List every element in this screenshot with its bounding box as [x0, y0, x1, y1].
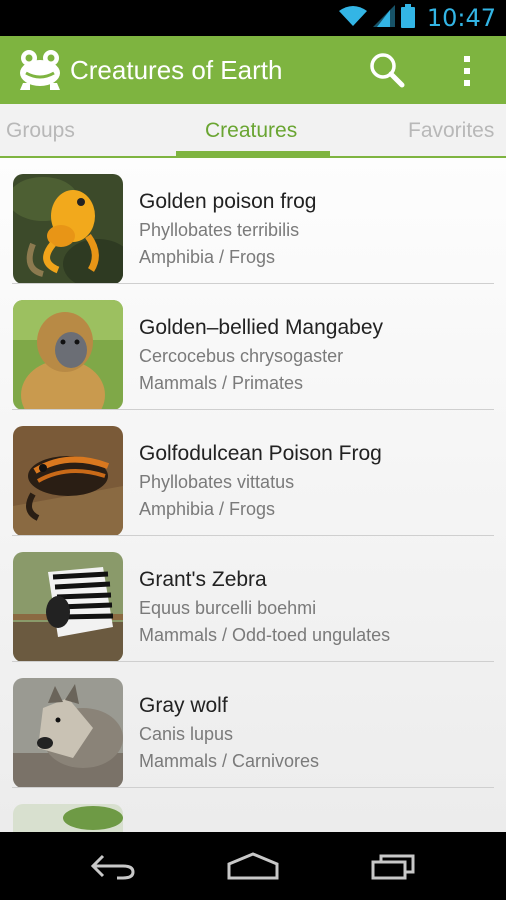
tab-favorites[interactable]: Favorites	[408, 104, 494, 158]
creature-name: Golden–bellied Mangabey	[139, 316, 384, 339]
creature-latin-name: Phyllobates terribilis	[139, 220, 300, 240]
creature-thumbnail	[13, 174, 123, 284]
creature-name: Gray wolf	[139, 694, 228, 717]
creature-group: Amphibia / Frogs	[139, 499, 276, 519]
list-item[interactable]: Golfodulcean Poison Frog Phyllobates vit…	[0, 410, 506, 536]
back-icon[interactable]	[68, 842, 158, 890]
status-icons: 10:47	[338, 0, 496, 36]
action-bar: Creatures of Earth	[0, 36, 506, 104]
signal-icon	[372, 4, 395, 32]
creature-thumbnail	[13, 300, 123, 410]
app-title: Creatures of Earth	[70, 55, 283, 85]
creature-name: Golfodulcean Poison Frog	[139, 442, 382, 465]
frog-logo-icon[interactable]	[18, 49, 62, 91]
list-item[interactable]: Golden poison frog Phyllobates terribili…	[0, 158, 506, 284]
creature-name: Golden poison frog	[139, 190, 317, 213]
home-icon[interactable]	[208, 842, 298, 890]
list-item[interactable]	[0, 788, 506, 832]
creature-thumbnail	[13, 552, 123, 662]
tab-indicator	[176, 151, 330, 157]
tab-groups[interactable]: Groups	[6, 104, 75, 158]
overflow-menu-icon[interactable]	[452, 50, 482, 92]
clock: 10:47	[426, 4, 496, 32]
creature-latin-name: Cercocebus chrysogaster	[139, 346, 344, 366]
tab-bar: Groups Creatures Favorites	[0, 104, 506, 158]
creature-list: Golden poison frog Phyllobates terribili…	[0, 158, 506, 832]
recent-apps-icon[interactable]	[348, 842, 438, 890]
tab-creatures[interactable]: Creatures	[205, 104, 297, 158]
list-item[interactable]: Grant's Zebra Equus burcelli boehmi Mamm…	[0, 536, 506, 662]
battery-icon	[400, 3, 415, 33]
search-icon[interactable]	[366, 50, 410, 92]
creature-latin-name: Equus burcelli boehmi	[139, 598, 317, 618]
creature-group: Amphibia / Frogs	[139, 247, 276, 267]
creature-latin-name: Phyllobates vittatus	[139, 472, 295, 492]
creature-latin-name: Canis lupus	[139, 724, 234, 744]
list-item[interactable]: Golden–bellied Mangabey Cercocebus chrys…	[0, 284, 506, 410]
creature-thumbnail	[13, 426, 123, 536]
creature-group: Mammals / Odd-toed ungulates	[139, 625, 391, 645]
creature-thumbnail	[13, 678, 123, 788]
creature-thumbnail	[13, 804, 123, 832]
wifi-icon	[338, 5, 367, 32]
creature-group: Mammals / Carnivores	[139, 751, 320, 771]
status-bar: 10:47	[0, 0, 506, 36]
creature-name: Grant's Zebra	[139, 568, 267, 591]
list-item[interactable]: Gray wolf Canis lupus Mammals / Carnivor…	[0, 662, 506, 788]
navigation-bar	[0, 832, 506, 900]
creature-group: Mammals / Primates	[139, 373, 304, 393]
